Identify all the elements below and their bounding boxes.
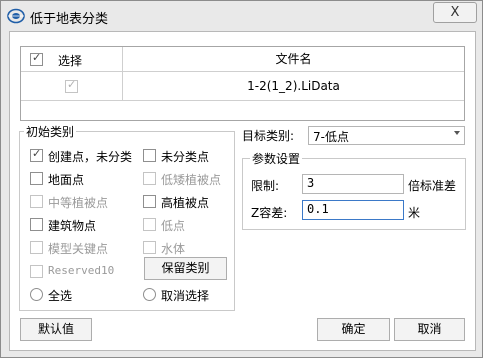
dialog-window: 低于地表分类 X ✓ 选择 文件名 ✓ 1-2(1_2).LiData 初始类别 (0, 0, 483, 358)
radio-label: 取消选择 (161, 289, 210, 303)
limit-input[interactable]: 3 (302, 174, 404, 194)
radio[interactable] (143, 288, 156, 301)
target-class-value: 7-低点 (313, 130, 349, 144)
filename-column-header[interactable]: 文件名 (123, 47, 464, 71)
select-all-checkbox[interactable]: ✓ (30, 51, 43, 66)
class-label: 地面点 (48, 173, 85, 187)
z-tolerance-label: Z容差: (251, 206, 288, 220)
checkbox (30, 195, 43, 208)
table-row[interactable]: ✓ 1-2(1_2).LiData (21, 72, 464, 101)
checkbox[interactable] (30, 218, 43, 231)
checkbox (30, 241, 43, 254)
target-class-label: 目标类别: (242, 129, 295, 143)
class-label: 未分类点 (161, 150, 210, 164)
checkbox[interactable] (143, 195, 156, 208)
class-label: 中等植被点 (48, 196, 109, 210)
check-icon: ✓ (32, 51, 42, 64)
z-tolerance-value: 0.1 (307, 202, 329, 216)
class-label: Reserved10 (48, 264, 115, 277)
checkbox (143, 218, 156, 231)
initial-classes-legend: 初始类别 (24, 123, 77, 140)
cancel-button[interactable]: 取消 (394, 318, 465, 341)
target-class-select[interactable]: 7-低点 (308, 126, 465, 145)
default-button[interactable]: 默认值 (20, 318, 92, 341)
radio-label: 全选 (48, 289, 73, 303)
checkbox (143, 172, 156, 185)
checkbox[interactable]: ✓ (30, 147, 43, 162)
row-select-cell: ✓ (21, 72, 123, 100)
grid-header-select[interactable]: ✓ 选择 (21, 47, 123, 71)
keep-classes-button[interactable]: 保留类别 (144, 257, 227, 280)
app-logo-icon (7, 8, 25, 24)
check-icon: ✓ (67, 78, 77, 91)
checkbox[interactable] (30, 172, 43, 185)
class-label: 高植被点 (161, 196, 210, 210)
class-label: 建筑物点 (48, 219, 97, 233)
class-label: 水体 (161, 242, 186, 256)
class-label: 模型关键点 (48, 242, 109, 256)
params-legend: 参数设置 (250, 150, 303, 167)
row-filename: 1-2(1_2).LiData (247, 79, 340, 93)
dialog-client-area: ✓ 选择 文件名 ✓ 1-2(1_2).LiData 初始类别 ✓ 创建点，未分… (9, 31, 476, 351)
select-column-header: 选择 (58, 54, 83, 68)
z-tolerance-input[interactable]: 0.1 (302, 200, 404, 220)
window-title: 低于地表分类 (30, 12, 109, 27)
file-grid: ✓ 选择 文件名 ✓ 1-2(1_2).LiData (20, 46, 465, 121)
checkbox (143, 241, 156, 254)
z-tolerance-unit: 米 (408, 206, 421, 220)
limit-value: 3 (307, 176, 315, 190)
limit-label: 限制: (251, 179, 280, 193)
grid-header-row: ✓ 选择 文件名 (21, 47, 464, 72)
row-checkbox[interactable]: ✓ (65, 78, 78, 93)
radio[interactable] (30, 288, 43, 301)
title-bar: 低于地表分类 X (1, 1, 482, 31)
class-label: 低点 (161, 219, 186, 233)
ok-button[interactable]: 确定 (317, 318, 390, 341)
close-button[interactable]: X (433, 2, 477, 23)
class-label: 低矮植被点 (161, 173, 222, 187)
checkbox[interactable] (143, 149, 156, 162)
limit-unit: 倍标准差 (408, 179, 457, 193)
check-icon: ✓ (32, 147, 42, 160)
checkbox (30, 265, 43, 278)
class-label: 创建点，未分类 (48, 150, 133, 164)
chevron-down-icon (454, 131, 460, 135)
